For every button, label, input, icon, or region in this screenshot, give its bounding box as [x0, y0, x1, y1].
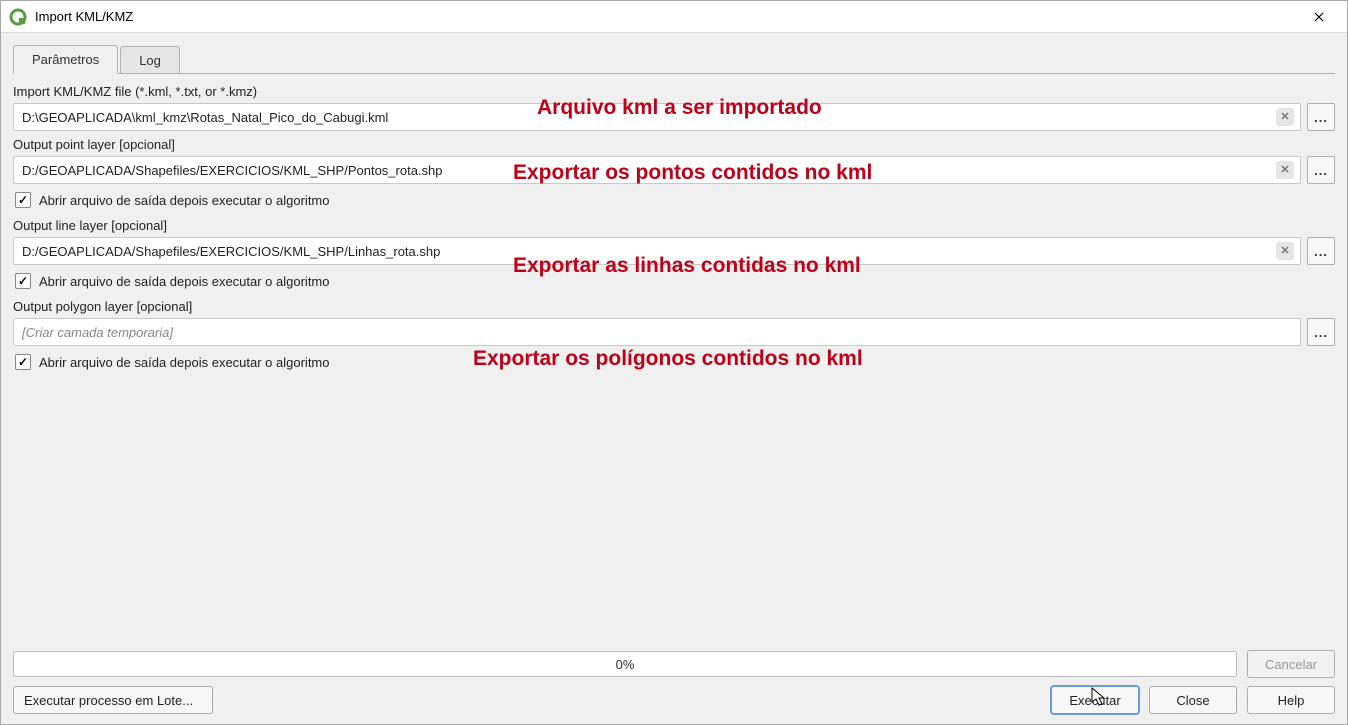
close-button[interactable]: Close [1149, 686, 1237, 714]
cancel-button[interactable]: Cancelar [1247, 650, 1335, 678]
open-polygon-checkbox-label: Abrir arquivo de saída depois executar o… [39, 355, 330, 370]
progress-row: 0% Cancelar [13, 650, 1335, 678]
open-polygon-checkbox-row: Abrir arquivo de saída depois executar o… [15, 354, 1335, 370]
help-button[interactable]: Help [1247, 686, 1335, 714]
batch-button[interactable]: Executar processo em Lote... [13, 686, 213, 714]
output-line-input-wrap: ✕ [13, 237, 1301, 265]
output-point-label: Output point layer [opcional] [13, 137, 1335, 152]
output-line-input[interactable] [20, 238, 1276, 264]
clear-icon[interactable]: ✕ [1276, 108, 1294, 126]
execute-button[interactable]: Executar [1051, 686, 1139, 714]
open-point-checkbox[interactable] [15, 192, 31, 208]
output-polygon-input[interactable] [20, 319, 1294, 345]
tab-panel-parametros: Import KML/KMZ file (*.kml, *.txt, or *.… [13, 73, 1335, 642]
browse-import-button[interactable]: ... [1307, 103, 1335, 131]
bottom-area: 0% Cancelar Executar processo em Lote...… [1, 642, 1347, 724]
progress-bar: 0% [13, 651, 1237, 677]
import-file-input-wrap: ✕ [13, 103, 1301, 131]
open-point-checkbox-row: Abrir arquivo de saída depois executar o… [15, 192, 1335, 208]
window-close-button[interactable] [1299, 1, 1339, 33]
output-polygon-input-wrap [13, 318, 1301, 346]
titlebar: Import KML/KMZ [1, 1, 1347, 33]
browse-line-button[interactable]: ... [1307, 237, 1335, 265]
open-line-checkbox[interactable] [15, 273, 31, 289]
output-polygon-row: ... [13, 318, 1335, 346]
import-file-row: ✕ ... [13, 103, 1335, 131]
clear-icon[interactable]: ✕ [1276, 161, 1294, 179]
buttons-row: Executar processo em Lote... Executar Cl… [13, 686, 1335, 714]
import-file-input[interactable] [20, 104, 1276, 130]
open-polygon-checkbox[interactable] [15, 354, 31, 370]
output-polygon-label: Output polygon layer [opcional] [13, 299, 1335, 314]
dialog-window: Import KML/KMZ Parâmetros Log Import KML… [0, 0, 1348, 725]
progress-text: 0% [616, 657, 635, 672]
tabs-row: Parâmetros Log [13, 43, 1335, 73]
output-point-input[interactable] [20, 157, 1276, 183]
output-point-input-wrap: ✕ [13, 156, 1301, 184]
dialog-body: Parâmetros Log Import KML/KMZ file (*.km… [1, 33, 1347, 642]
qgis-icon [9, 8, 27, 26]
import-file-label: Import KML/KMZ file (*.kml, *.txt, or *.… [13, 84, 1335, 99]
browse-point-button[interactable]: ... [1307, 156, 1335, 184]
tab-log[interactable]: Log [120, 46, 180, 74]
open-point-checkbox-label: Abrir arquivo de saída depois executar o… [39, 193, 330, 208]
open-line-checkbox-label: Abrir arquivo de saída depois executar o… [39, 274, 330, 289]
tab-parametros[interactable]: Parâmetros [13, 45, 118, 74]
output-line-row: ✕ ... [13, 237, 1335, 265]
window-title: Import KML/KMZ [35, 9, 1299, 24]
open-line-checkbox-row: Abrir arquivo de saída depois executar o… [15, 273, 1335, 289]
browse-polygon-button[interactable]: ... [1307, 318, 1335, 346]
output-point-row: ✕ ... [13, 156, 1335, 184]
output-line-label: Output line layer [opcional] [13, 218, 1335, 233]
clear-icon[interactable]: ✕ [1276, 242, 1294, 260]
